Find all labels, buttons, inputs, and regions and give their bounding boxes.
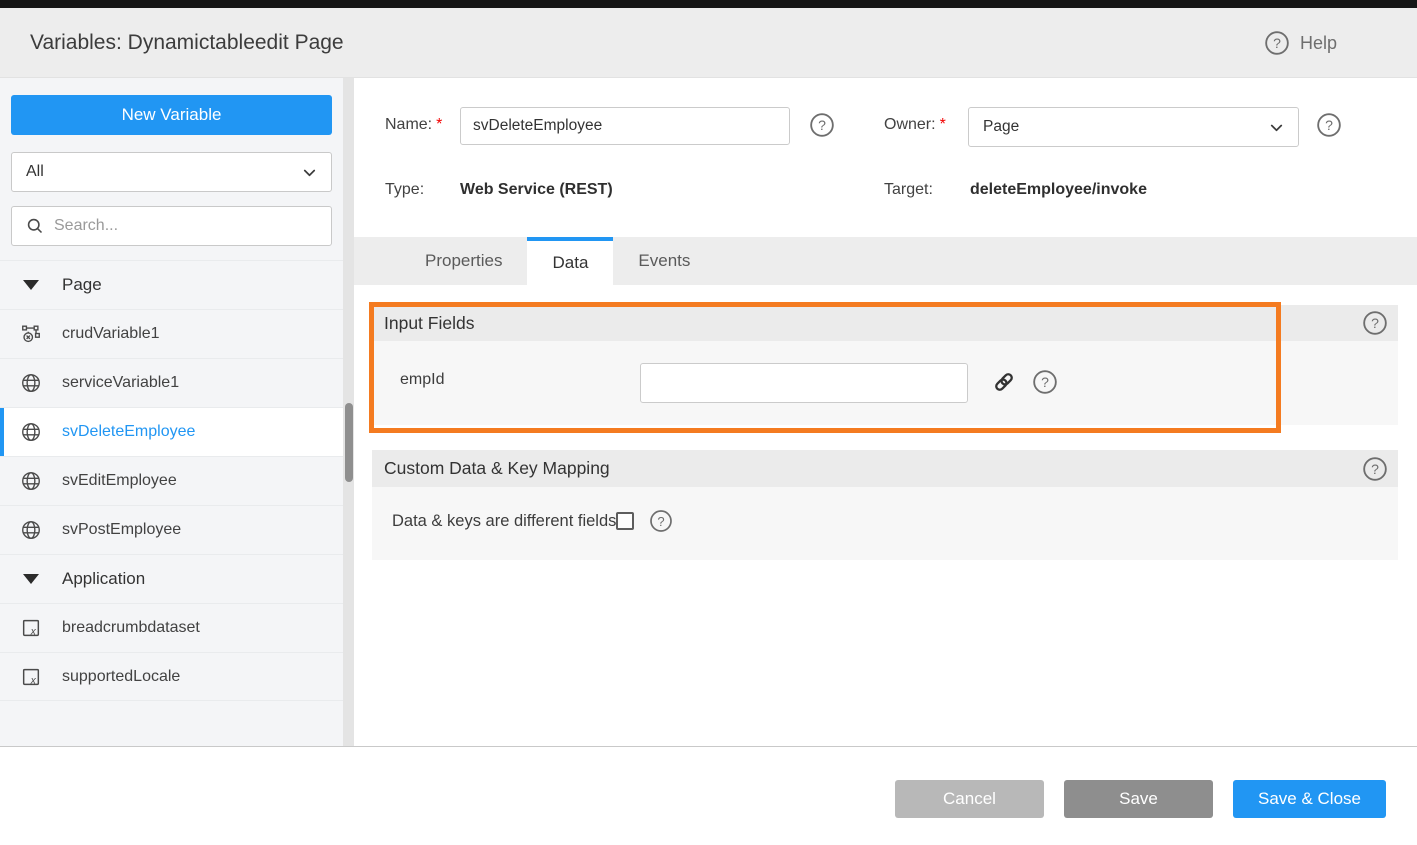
variable-label: svPostEmployee (62, 521, 181, 539)
search-icon (25, 216, 45, 236)
svg-text:?: ? (1325, 117, 1333, 133)
crud-variable-icon (20, 323, 42, 345)
sidebar-item-sveditemployee[interactable]: svEditEmployee (0, 456, 343, 505)
empid-input[interactable] (640, 363, 968, 403)
section-help-icon[interactable]: ? (1362, 456, 1388, 482)
svg-text:?: ? (658, 514, 665, 529)
section-title: Input Fields (384, 313, 474, 334)
sidebar-item-svdeleteemployee[interactable]: svDeleteEmployee (0, 407, 343, 456)
owner-label: Owner:* (884, 116, 946, 134)
new-variable-button[interactable]: New Variable (11, 95, 332, 135)
variable-label: breadcrumbdataset (62, 619, 200, 637)
globe-icon (20, 372, 42, 394)
search-input[interactable] (54, 217, 321, 235)
svg-text:x: x (30, 675, 37, 686)
bind-link-icon[interactable] (992, 370, 1016, 394)
group-label: Application (62, 569, 145, 589)
variable-list: Page crudVariable1 serviceVariable1 svDe… (0, 260, 343, 701)
checkbox-label: Data & keys are different fields (392, 512, 616, 531)
custom-mapping-body: Data & keys are different fields ? (372, 487, 1398, 560)
group-label: Page (62, 275, 102, 295)
variable-label: serviceVariable1 (62, 374, 179, 392)
sidebar-item-svpostemployee[interactable]: svPostEmployee (0, 505, 343, 554)
tab-events[interactable]: Events (613, 237, 715, 285)
variables-dialog: Variables: Dynamictableedit Page ? Help … (0, 0, 1417, 845)
section-help-icon[interactable]: ? (1362, 310, 1388, 336)
type-value: Web Service (REST) (460, 181, 613, 199)
filter-selected-value: All (26, 163, 300, 181)
tab-data[interactable]: Data (527, 237, 613, 285)
variable-detail-panel: Name:* ? Owner:* Page ? Type: Web Servic… (354, 78, 1417, 746)
data-keys-checkbox[interactable] (616, 512, 634, 530)
background-app-strip (0, 0, 1417, 8)
type-label: Type: (385, 181, 424, 199)
name-input[interactable] (460, 107, 790, 145)
globe-icon (20, 470, 42, 492)
collapse-triangle-icon (23, 574, 39, 584)
sidebar-item-supportedlocale[interactable]: x supportedLocale (0, 652, 343, 701)
custom-mapping-header: Custom Data & Key Mapping ? (372, 450, 1398, 487)
variable-label: supportedLocale (62, 668, 180, 686)
chevron-down-icon (1267, 118, 1286, 137)
svg-text:?: ? (1371, 315, 1379, 331)
sidebar-item-breadcrumbdataset[interactable]: x breadcrumbdataset (0, 603, 343, 652)
dialog-title: Variables: Dynamictableedit Page (30, 8, 344, 78)
variable-search-box (11, 206, 332, 246)
globe-icon (20, 519, 42, 541)
input-fields-header: Input Fields ? (372, 305, 1398, 341)
tab-properties[interactable]: Properties (400, 237, 527, 285)
dialog-footer: Cancel Save Save & Close (0, 746, 1417, 845)
help-icon: ? (1264, 30, 1290, 56)
model-variable-icon: x (20, 617, 42, 639)
variable-label: svEditEmployee (62, 472, 177, 490)
variable-filter-select[interactable]: All (11, 152, 332, 192)
required-marker: * (940, 116, 946, 133)
svg-text:?: ? (818, 117, 826, 133)
svg-text:?: ? (1041, 374, 1049, 390)
checkbox-help-icon[interactable]: ? (649, 509, 673, 533)
sidebar-scrollbar-track[interactable] (343, 78, 354, 746)
custom-mapping-section: Custom Data & Key Mapping ? Data & keys … (372, 450, 1398, 560)
chevron-down-icon (300, 163, 319, 182)
empid-label: empId (400, 371, 444, 389)
dialog-header: Variables: Dynamictableedit Page ? Help (0, 8, 1417, 78)
section-title: Custom Data & Key Mapping (384, 458, 610, 479)
tab-bar: Properties Data Events (354, 237, 1417, 285)
target-label: Target: (884, 181, 933, 199)
cancel-button[interactable]: Cancel (895, 780, 1044, 818)
owner-selected-value: Page (983, 118, 1267, 136)
svg-text:x: x (30, 626, 37, 637)
svg-text:?: ? (1273, 35, 1281, 51)
model-variable-icon: x (20, 666, 42, 688)
required-marker: * (436, 116, 442, 133)
collapse-triangle-icon (23, 280, 39, 290)
sidebar-item-servicevariable1[interactable]: serviceVariable1 (0, 358, 343, 407)
owner-select[interactable]: Page (968, 107, 1299, 147)
variable-label: crudVariable1 (62, 325, 160, 343)
svg-text:?: ? (1371, 461, 1379, 477)
globe-icon (20, 421, 42, 443)
variable-label: svDeleteEmployee (62, 423, 195, 441)
help-label: Help (1300, 33, 1337, 54)
sidebar-group-application[interactable]: Application (0, 554, 343, 603)
name-help-icon[interactable]: ? (809, 112, 835, 138)
sidebar-item-crudvariable1[interactable]: crudVariable1 (0, 309, 343, 358)
input-fields-section: Input Fields ? empId ? (372, 305, 1398, 425)
sidebar-scrollbar-thumb[interactable] (345, 403, 353, 482)
help-button[interactable]: ? Help (1264, 8, 1337, 78)
save-and-close-button[interactable]: Save & Close (1233, 780, 1386, 818)
variables-sidebar: New Variable All Page crudVariable1 (0, 78, 354, 746)
name-label: Name:* (385, 116, 442, 134)
owner-help-icon[interactable]: ? (1316, 112, 1342, 138)
save-button[interactable]: Save (1064, 780, 1213, 818)
input-fields-body: empId ? (372, 341, 1398, 425)
target-value: deleteEmployee/invoke (970, 181, 1147, 199)
sidebar-group-page[interactable]: Page (0, 260, 343, 309)
empid-help-icon[interactable]: ? (1032, 369, 1058, 395)
